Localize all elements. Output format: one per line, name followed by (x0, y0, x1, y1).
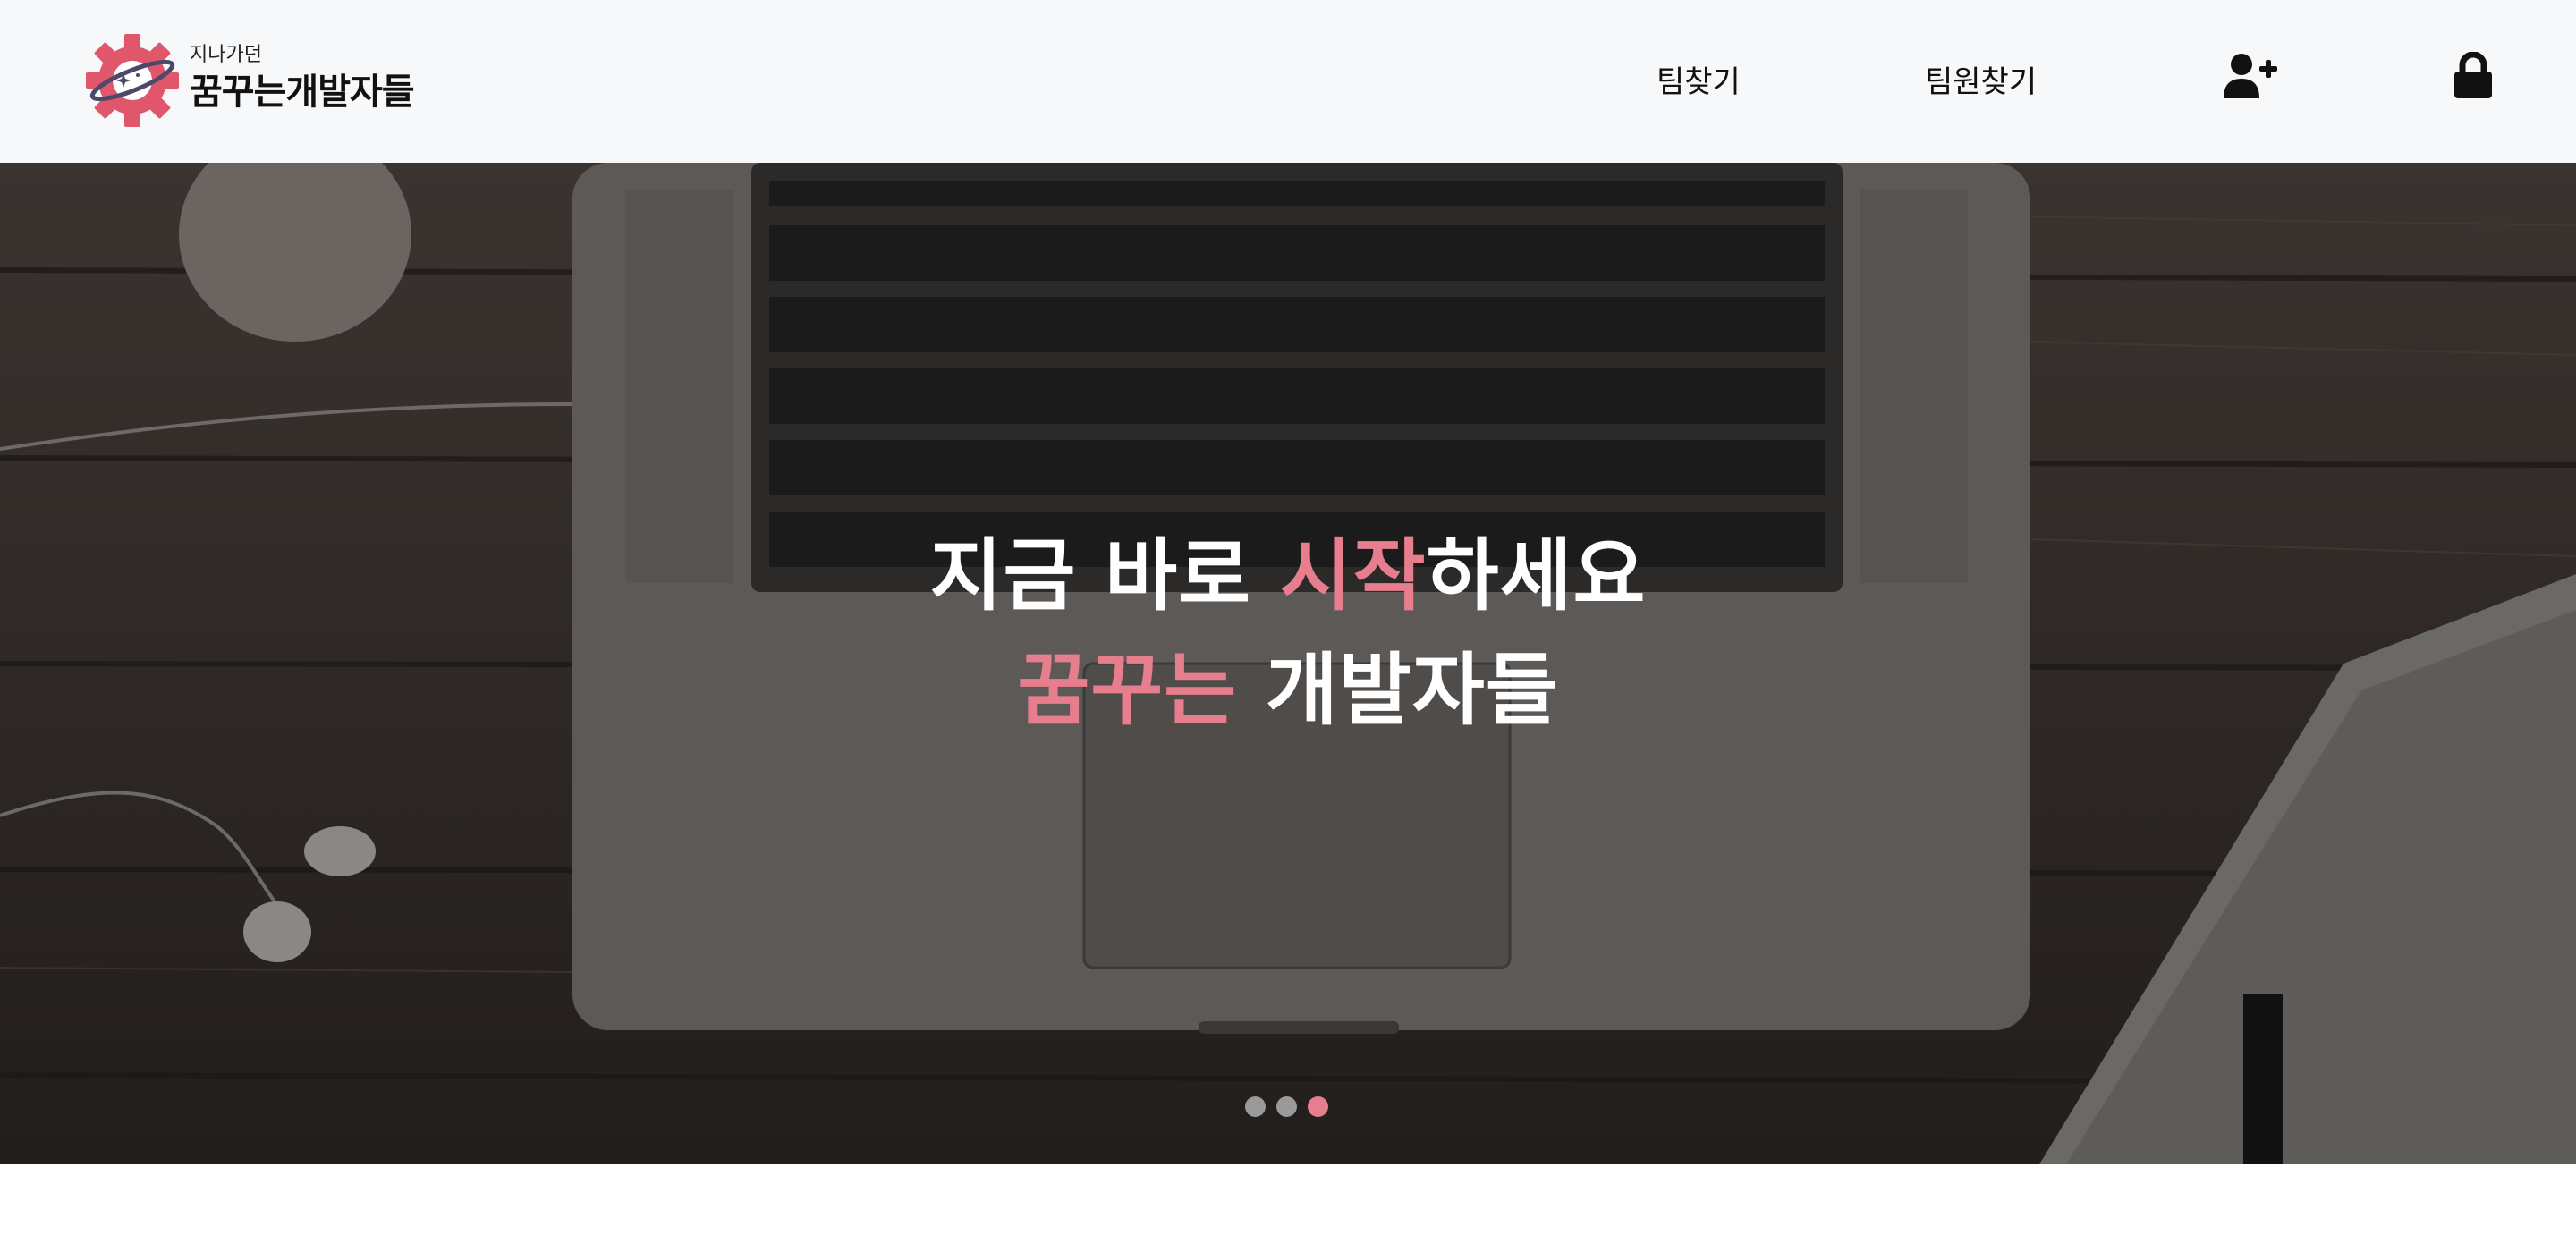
nav-find-member[interactable]: 팀원찾기 (1925, 57, 2037, 101)
hero-banner: 지금 바로 시작하세요 꿈꾸는 개발자들 (0, 163, 2576, 1164)
hero-line2-post: 개발자들 (1237, 644, 1559, 736)
hero-line2-accent: 꿈꾸는 (1017, 644, 1238, 736)
hero-line1-pre: 지금 바로 (929, 529, 1280, 622)
nav-find-team[interactable]: 팀찾기 (1657, 57, 1741, 101)
hero-headline-line1: 지금 바로 시작하세요 (0, 537, 2576, 615)
brand-logo[interactable]: 지나가던 꿈꾸는개발자들 (86, 34, 415, 127)
lock-icon[interactable] (2454, 52, 2492, 98)
site-header: 지나가던 꿈꾸는개발자들 팀찾기 팀원찾기 (0, 0, 2576, 163)
hero-line1-post: 하세요 (1426, 529, 1647, 622)
carousel-dot-1[interactable] (1245, 1096, 1266, 1117)
hero-line1-accent: 시작 (1279, 529, 1427, 622)
brand-subtitle: 지나가던 (190, 44, 262, 66)
brand-name: 꿈꾸는개발자들 (190, 72, 415, 113)
carousel-pagination (1245, 1096, 1328, 1117)
carousel-dot-2[interactable] (1276, 1096, 1297, 1117)
hero-headline-line2: 꿈꾸는 개발자들 (0, 651, 2576, 730)
gear-planet-logo-icon (86, 34, 179, 127)
carousel-dot-3[interactable] (1308, 1096, 1328, 1117)
user-plus-icon[interactable] (2224, 52, 2277, 98)
